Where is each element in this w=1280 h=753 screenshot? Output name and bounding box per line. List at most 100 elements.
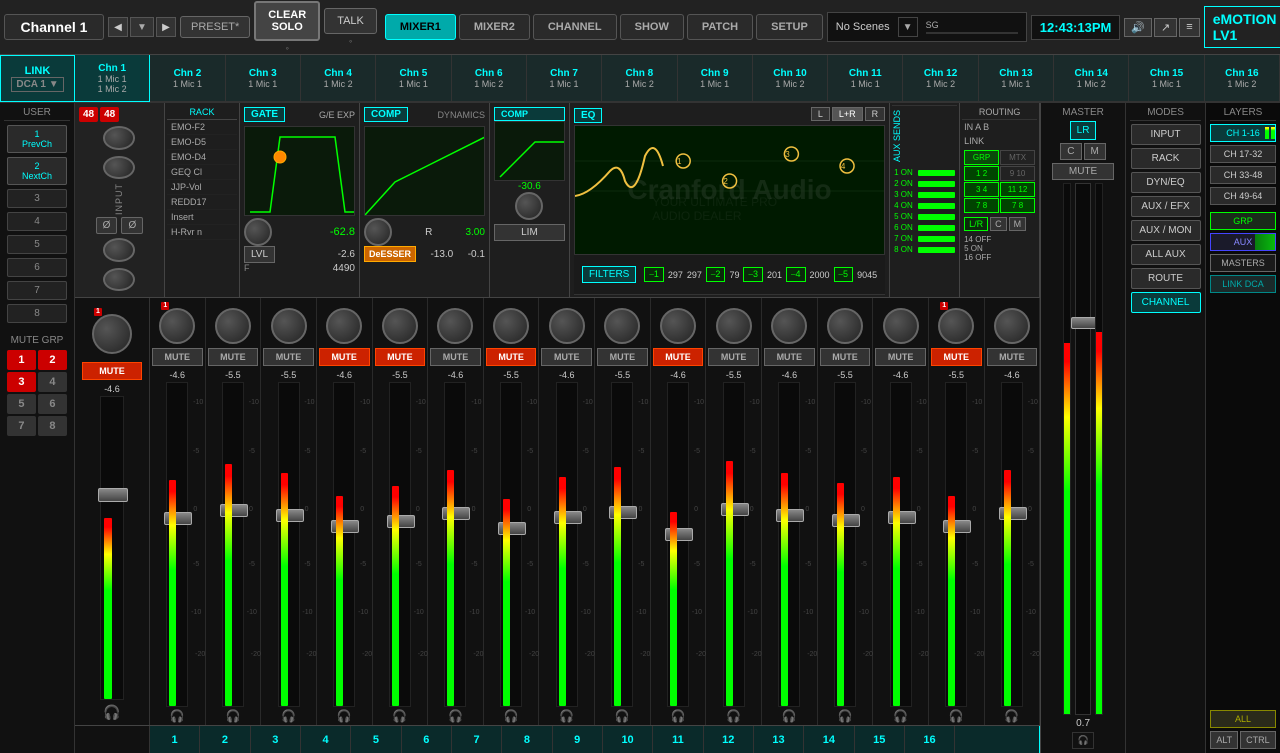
tab-channel[interactable]: CHANNEL xyxy=(533,14,617,40)
phase-btn-1[interactable]: Ø xyxy=(96,217,118,234)
ch-strip-12[interactable]: Chn 12 1 Mic 2 xyxy=(903,55,978,102)
mute-btn-7[interactable]: MUTE xyxy=(486,348,537,366)
mute-btn-14[interactable]: MUTE xyxy=(875,348,926,366)
lr-btn-l[interactable]: L xyxy=(811,107,830,121)
knob-6[interactable] xyxy=(437,308,473,344)
rack-item-redd[interactable]: REDD17 xyxy=(167,195,237,210)
mute-grp-7[interactable]: 7 xyxy=(7,416,36,436)
mute-grp-4[interactable]: 4 xyxy=(38,372,67,392)
headphone-10[interactable]: 🎧 xyxy=(671,709,686,723)
ch-strip-13[interactable]: Chn 13 1 Mic 1 xyxy=(979,55,1054,102)
user-btn-5[interactable]: 5 xyxy=(7,235,67,254)
knob-8[interactable] xyxy=(549,308,585,344)
user-btn-8[interactable]: 8 xyxy=(7,304,67,323)
comp-title[interactable]: COMP xyxy=(494,107,565,121)
tab-setup[interactable]: SETUP xyxy=(756,14,823,40)
user-btn-2[interactable]: 2 NextCh xyxy=(7,157,67,185)
headphone-9[interactable]: 🎧 xyxy=(615,709,630,723)
user-btn-1[interactable]: 1 PrevCh xyxy=(7,125,67,153)
mute-btn-4[interactable]: MUTE xyxy=(319,348,370,366)
right-grp-btn[interactable]: GRP xyxy=(1210,212,1276,230)
lr-btn-lr[interactable]: L+R xyxy=(832,107,863,121)
rack-item-hrvr[interactable]: H-Rvr n xyxy=(167,225,237,240)
ch-num-6[interactable]: 6 xyxy=(402,726,452,753)
ch-num-8[interactable]: 8 xyxy=(502,726,552,753)
alt-btn[interactable]: ALT xyxy=(1210,731,1238,749)
mute-btn-11[interactable]: MUTE xyxy=(708,348,759,366)
knob-14[interactable] xyxy=(883,308,919,344)
headphone-6[interactable]: 🎧 xyxy=(448,709,463,723)
master-fader-handle[interactable] xyxy=(1071,317,1097,329)
mode-auxefx[interactable]: AUX / EFX xyxy=(1131,196,1201,217)
input-knob-3[interactable] xyxy=(103,238,135,262)
routing-mtx[interactable]: MTX xyxy=(1000,150,1035,165)
eq-title[interactable]: EQ xyxy=(574,108,602,123)
ch-num-10[interactable]: 10 xyxy=(603,726,653,753)
master-c-btn[interactable]: C xyxy=(1060,143,1081,160)
right-all-btn[interactable]: ALL xyxy=(1210,710,1276,728)
fader-track-3[interactable]: -10 -5 0 -5 -10 -20 xyxy=(278,382,300,707)
routing-nums-1[interactable]: 1 2 xyxy=(964,166,999,181)
mute-btn-15[interactable]: MUTE xyxy=(931,348,982,366)
m-routing-btn[interactable]: M xyxy=(1009,217,1027,231)
main-mute-btn[interactable]: MUTE xyxy=(82,362,142,380)
mode-auxmon[interactable]: AUX / MON xyxy=(1131,220,1201,241)
ch-strip-6[interactable]: Chn 6 1 Mic 2 xyxy=(452,55,527,102)
user-btn-3[interactable]: 3 xyxy=(7,189,67,208)
mute-btn-5[interactable]: MUTE xyxy=(375,348,426,366)
mute-btn-10[interactable]: MUTE xyxy=(653,348,704,366)
fader-handle-8[interactable] xyxy=(554,511,582,524)
rack-item-geo[interactable]: GEQ Cl xyxy=(167,165,237,180)
mute-grp-8[interactable]: 8 xyxy=(38,416,67,436)
main-fader-track[interactable] xyxy=(100,396,124,700)
rack-item-insert[interactable]: Insert xyxy=(167,210,237,225)
headphone-12[interactable]: 🎧 xyxy=(782,709,797,723)
filter-band-2[interactable]: ⎯2 xyxy=(706,267,726,282)
rack-item-emo-f2[interactable]: EMO-F2 xyxy=(167,120,237,135)
mute-btn-12[interactable]: MUTE xyxy=(764,348,815,366)
mute-btn-1[interactable]: MUTE xyxy=(152,348,203,366)
master-m-btn[interactable]: M xyxy=(1084,143,1106,160)
clear-solo-button[interactable]: CLEAR SOLO xyxy=(254,1,320,41)
routing-nums-3[interactable]: 3 4 xyxy=(964,182,999,197)
fader-handle-11[interactable] xyxy=(721,503,749,516)
fader-handle-3[interactable] xyxy=(276,509,304,522)
input-knob-4[interactable] xyxy=(103,268,135,292)
mute-btn-3[interactable]: MUTE xyxy=(263,348,314,366)
dynamics-title[interactable]: COMP xyxy=(364,107,408,122)
comp-knob-2[interactable] xyxy=(515,192,543,220)
knob-11[interactable] xyxy=(716,308,752,344)
filter-band-1[interactable]: ⎯1 xyxy=(644,267,664,282)
menu-icon[interactable]: ≡ xyxy=(1179,18,1199,37)
right-link-dca-btn[interactable]: LINK DCA xyxy=(1210,275,1276,293)
mute-btn-6[interactable]: MUTE xyxy=(430,348,481,366)
ch-strip-3[interactable]: Chn 3 1 Mic 1 xyxy=(226,55,301,102)
mode-route[interactable]: ROUTE xyxy=(1131,268,1201,289)
scenes-dropdown[interactable]: ▼ xyxy=(898,17,918,37)
fader-track-8[interactable]: -10 -5 0 -5 -10 -20 xyxy=(556,382,578,707)
master-lr-btn[interactable]: LR xyxy=(1070,121,1097,140)
deesser-btn[interactable]: DeESSER xyxy=(364,246,416,262)
fader-track-12[interactable]: -10 -5 0 -5 -10 -20 xyxy=(778,382,800,707)
mute-grp-6[interactable]: 6 xyxy=(38,394,67,414)
headphone-4[interactable]: 🎧 xyxy=(337,709,352,723)
gate-lvl[interactable]: LVL xyxy=(244,246,275,263)
right-masters-btn[interactable]: MASTERS xyxy=(1210,254,1276,272)
layer-ch33-48[interactable]: CH 33-48 xyxy=(1210,166,1276,184)
dca-label[interactable]: DCA 1 ▼ xyxy=(11,77,63,92)
mute-grp-1[interactable]: 1 xyxy=(7,350,36,370)
mode-rack[interactable]: RACK xyxy=(1131,148,1201,169)
headphone-3[interactable]: 🎧 xyxy=(281,709,296,723)
mode-channel[interactable]: CHANNEL xyxy=(1131,292,1201,313)
ch-num-14[interactable]: 14 xyxy=(804,726,854,753)
fader-track-11[interactable]: -10 -5 0 -5 -10 -20 xyxy=(723,382,745,707)
knob-10[interactable] xyxy=(660,308,696,344)
mute-btn-16[interactable]: MUTE xyxy=(987,348,1038,366)
tab-patch[interactable]: PATCH xyxy=(687,14,753,40)
filter-label[interactable]: FILTERS xyxy=(582,266,636,283)
next-arrow[interactable]: ▶ xyxy=(156,17,176,37)
filter-band-3[interactable]: ⎯3 xyxy=(743,267,763,282)
ch-num-15[interactable]: 15 xyxy=(855,726,905,753)
expand-icon[interactable]: ↗ xyxy=(1154,18,1177,37)
mute-btn-13[interactable]: MUTE xyxy=(820,348,871,366)
